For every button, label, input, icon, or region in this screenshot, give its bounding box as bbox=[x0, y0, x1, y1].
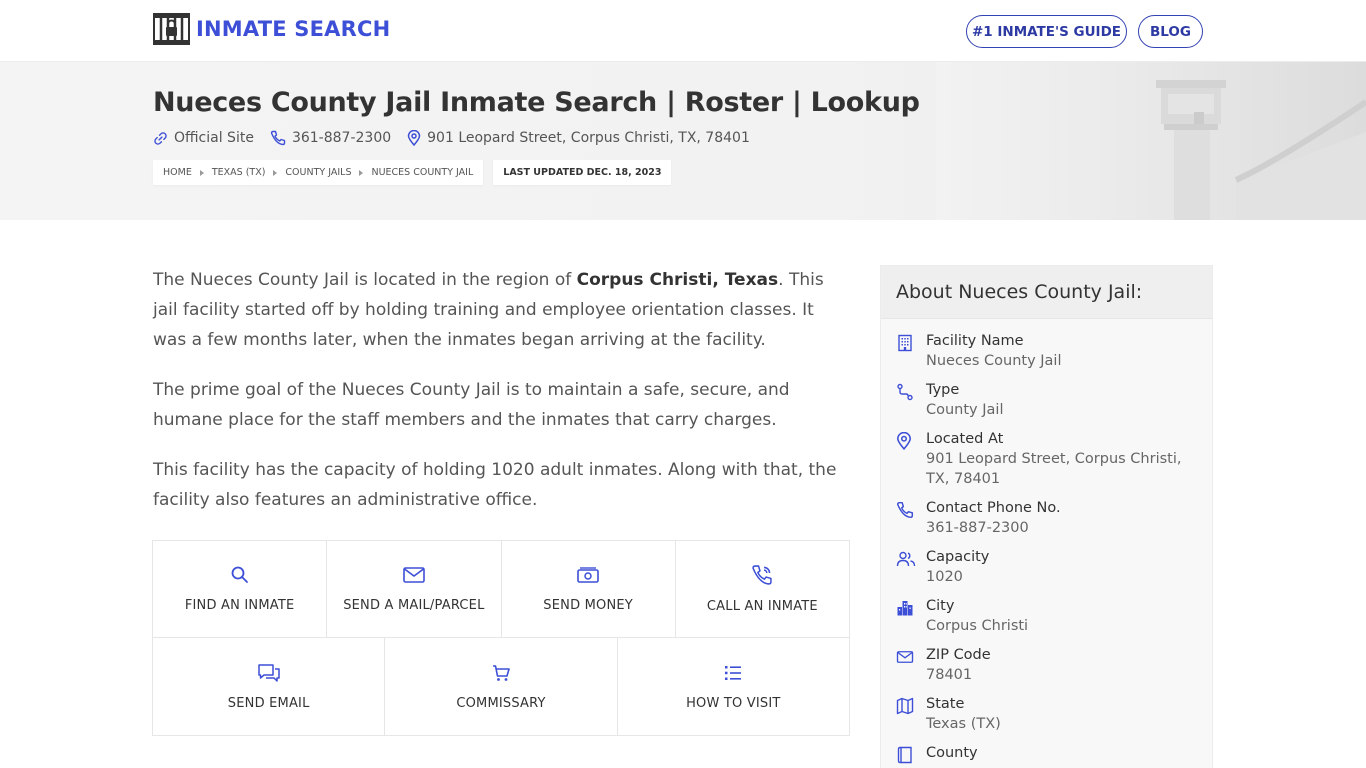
building-icon bbox=[898, 334, 912, 352]
info-value: 901 Leopard Street, Corpus Christi, TX, … bbox=[926, 451, 1182, 487]
address-text: 901 Leopard Street, Corpus Christi, TX, … bbox=[427, 130, 750, 146]
info-label: Capacity bbox=[926, 549, 990, 565]
mail-icon bbox=[896, 651, 914, 663]
send-email-button[interactable]: SEND EMAIL bbox=[153, 638, 386, 735]
info-label: State bbox=[926, 696, 965, 712]
map-icon bbox=[896, 697, 914, 715]
cart-icon bbox=[492, 664, 510, 681]
intro-text-start: The Nueces County Jail is located in the… bbox=[153, 270, 577, 290]
info-state: State Texas (TX) bbox=[896, 694, 1197, 734]
info-label: Facility Name bbox=[926, 333, 1024, 349]
action-grid: FIND AN INMATE SEND A MAIL/PARCEL SEND M… bbox=[152, 540, 850, 736]
main-content: The Nueces County Jail is located in the… bbox=[153, 265, 850, 535]
top-navbar: INMATE SEARCH #1 INMATE'S GUIDE BLOG bbox=[0, 0, 1366, 62]
phone-icon bbox=[270, 130, 286, 146]
link-icon bbox=[154, 131, 167, 145]
city-icon bbox=[897, 601, 913, 616]
info-located-at: Located At 901 Leopard Street, Corpus Chr… bbox=[896, 429, 1197, 489]
sidebar-title: About Nueces County Jail: bbox=[881, 266, 1212, 319]
phone-icon bbox=[752, 565, 773, 585]
breadcrumb-state[interactable]: TEXAS (TX) bbox=[212, 167, 266, 178]
info-label: Type bbox=[926, 382, 960, 398]
book-icon bbox=[897, 746, 912, 764]
site-name: INMATE SEARCH bbox=[196, 17, 391, 41]
info-city: City Corpus Christi bbox=[896, 596, 1197, 636]
phone-link[interactable]: 361-887-2300 bbox=[270, 130, 391, 146]
chevron-right-icon bbox=[199, 169, 204, 176]
breadcrumb: HOME TEXAS (TX) COUNTY JAILS NUECES COUN… bbox=[153, 160, 484, 185]
info-capacity: Capacity 1020 bbox=[896, 547, 1197, 587]
search-icon bbox=[231, 566, 248, 583]
call-inmate-button[interactable]: CALL AN INMATE bbox=[675, 541, 849, 637]
info-value: 78401 bbox=[926, 667, 973, 683]
send-money-button[interactable]: SEND MONEY bbox=[501, 541, 676, 637]
info-label: Contact Phone No. bbox=[926, 500, 1061, 516]
money-icon bbox=[577, 567, 599, 583]
inmates-guide-button[interactable]: #1 INMATE'S GUIDE bbox=[966, 15, 1127, 48]
chevron-right-icon bbox=[359, 169, 364, 176]
breadcrumb-county-jails[interactable]: COUNTY JAILS bbox=[285, 167, 351, 178]
capacity-paragraph: This facility has the capacity of holdin… bbox=[153, 460, 837, 510]
commissary-label: COMMISSARY bbox=[456, 695, 546, 711]
how-to-visit-label: HOW TO VISIT bbox=[686, 695, 781, 711]
send-mail-button[interactable]: SEND A MAIL/PARCEL bbox=[327, 541, 502, 637]
site-logo[interactable]: INMATE SEARCH bbox=[153, 13, 390, 45]
info-value: Texas (TX) bbox=[926, 716, 1001, 732]
prison-tower-illustration bbox=[936, 62, 1366, 220]
info-label: City bbox=[926, 598, 955, 614]
jail-logo-icon bbox=[153, 13, 190, 45]
route-icon bbox=[897, 383, 913, 401]
info-label: Located At bbox=[926, 431, 1004, 447]
intro-location: Corpus Christi, Texas bbox=[576, 270, 779, 290]
breadcrumb-home[interactable]: HOME bbox=[163, 167, 192, 178]
list-icon bbox=[725, 665, 742, 680]
info-value: County Jail bbox=[926, 402, 1004, 418]
page-title: Nueces County Jail Inmate Search | Roste… bbox=[153, 87, 920, 118]
map-pin-icon bbox=[897, 431, 911, 451]
intro-paragraph: The Nueces County Jail is located in the… bbox=[153, 265, 850, 355]
info-contact-phone: Contact Phone No. 361-887-2300 bbox=[896, 498, 1197, 538]
phone-icon bbox=[896, 501, 914, 519]
info-value: Corpus Christi bbox=[926, 618, 1029, 634]
hero-banner: Nueces County Jail Inmate Search | Roste… bbox=[0, 62, 1366, 220]
map-pin-icon bbox=[407, 130, 421, 146]
goal-paragraph: The prime goal of the Nueces County Jail… bbox=[153, 380, 790, 430]
breadcrumb-current[interactable]: NUECES COUNTY JAIL bbox=[371, 167, 473, 178]
last-updated-badge: LAST UPDATED DEC. 18, 2023 bbox=[493, 160, 672, 185]
info-facility-name: Facility Name Nueces County Jail bbox=[896, 331, 1197, 371]
how-to-visit-button[interactable]: HOW TO VISIT bbox=[617, 638, 849, 735]
address-link[interactable]: 901 Leopard Street, Corpus Christi, TX, … bbox=[407, 130, 750, 146]
official-site-link[interactable]: Official Site bbox=[153, 130, 254, 146]
mail-icon bbox=[403, 567, 425, 583]
call-inmate-label: CALL AN INMATE bbox=[706, 599, 818, 614]
breadcrumb-row: HOME TEXAS (TX) COUNTY JAILS NUECES COUN… bbox=[153, 160, 672, 185]
send-mail-label: SEND A MAIL/PARCEL bbox=[343, 598, 485, 613]
about-sidebar: About Nueces County Jail: Facility Name N… bbox=[880, 265, 1213, 768]
send-email-label: SEND EMAIL bbox=[227, 695, 310, 711]
official-site-label: Official Site bbox=[174, 130, 254, 146]
action-row-1: FIND AN INMATE SEND A MAIL/PARCEL SEND M… bbox=[153, 541, 849, 638]
chevron-right-icon bbox=[273, 169, 278, 176]
info-value: Nueces County Jail bbox=[926, 353, 1062, 369]
find-inmate-button[interactable]: FIND AN INMATE bbox=[153, 541, 328, 637]
commissary-button[interactable]: COMMISSARY bbox=[385, 638, 618, 735]
facility-meta: Official Site 361-887-2300 901 Leopard S… bbox=[153, 130, 766, 146]
info-label: ZIP Code bbox=[926, 647, 991, 663]
info-county: County bbox=[896, 743, 1197, 768]
send-money-label: SEND MONEY bbox=[543, 598, 633, 613]
info-value[interactable]: 361-887-2300 bbox=[926, 518, 1061, 538]
chat-icon bbox=[257, 663, 280, 682]
action-row-2: SEND EMAIL COMMISSARY HOW TO VISIT bbox=[153, 638, 849, 735]
phone-number: 361-887-2300 bbox=[291, 130, 392, 146]
facility-info-list: Facility Name Nueces County Jail Type Coun… bbox=[881, 319, 1212, 768]
blog-button[interactable]: BLOG bbox=[1138, 15, 1203, 48]
info-type: Type County Jail bbox=[896, 380, 1197, 420]
users-icon bbox=[896, 551, 916, 567]
info-zip-code: ZIP Code 78401 bbox=[896, 645, 1197, 685]
find-inmate-label: FIND AN INMATE bbox=[184, 598, 295, 613]
info-label: County bbox=[926, 745, 978, 761]
info-value: 1020 bbox=[926, 569, 963, 585]
